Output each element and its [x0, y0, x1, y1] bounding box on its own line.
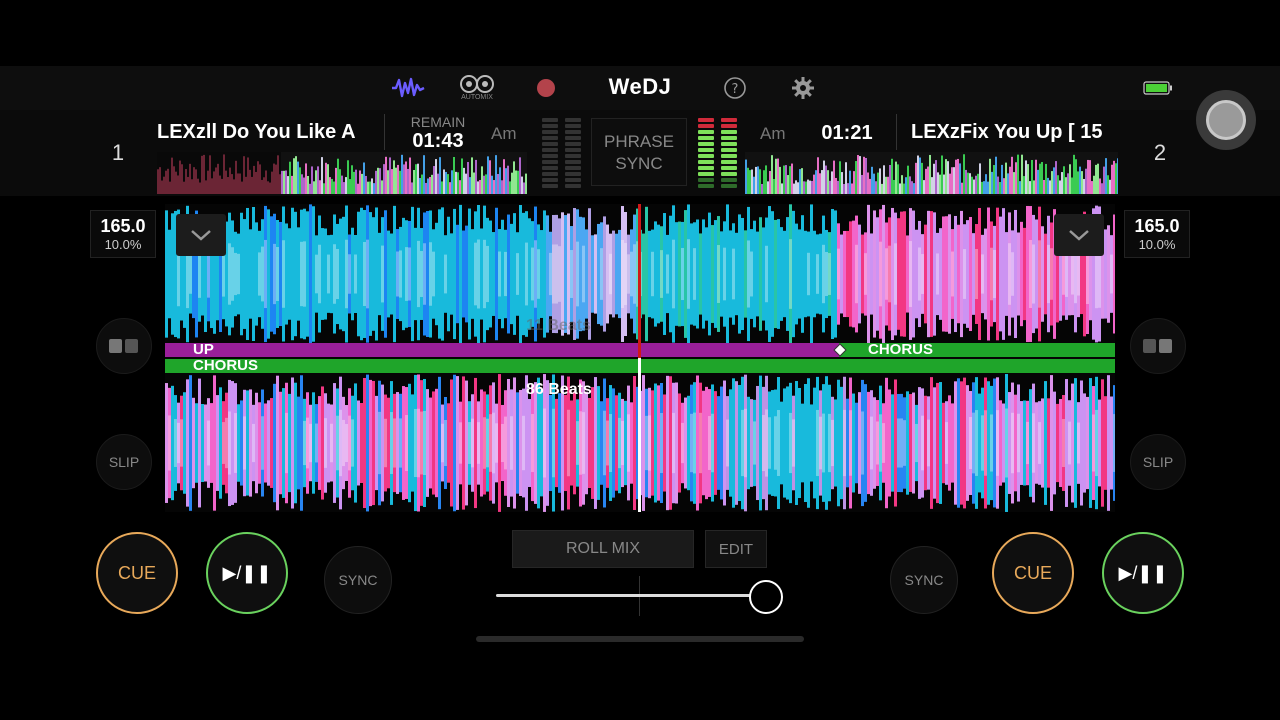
deck-1-time[interactable]: 01:43 [400, 130, 476, 153]
deck-1-key: Am [491, 124, 517, 143]
app-title: WeDJ [608, 74, 672, 99]
deck-1-beats-counter: 11 Beats [526, 317, 591, 334]
deck-1-dropdown-button[interactable] [176, 214, 226, 256]
record-icon[interactable] [534, 76, 558, 100]
deck-2-playhead [638, 358, 641, 512]
automix-label: AUTOMIX [461, 94, 493, 101]
deck-2-bpm: 165.0 [1134, 216, 1180, 236]
split-view-icon [1143, 339, 1172, 353]
divider [896, 114, 897, 150]
crossfader-knob[interactable] [748, 580, 783, 614]
deck-2-cue-button[interactable]: CUE [992, 532, 1074, 614]
deck-1-bpm-display[interactable]: 165.0 10.0% [90, 210, 156, 258]
waveform-icon[interactable] [390, 74, 426, 102]
assistive-touch-button[interactable] [1196, 90, 1256, 150]
deck-2-play-pause-button[interactable]: ▶/❚❚ [1102, 532, 1184, 614]
deck-2-pitch: 10.0% [1138, 237, 1176, 252]
deck-1-phrase-label: UP [193, 341, 214, 358]
chevron-down-icon [191, 230, 211, 241]
deck-1-pitch: 10.0% [104, 237, 142, 252]
deck-2-bpm-display[interactable]: 165.0 10.0% [1124, 210, 1190, 258]
deck-1-remain-label: REMAIN [410, 114, 466, 130]
divider [384, 114, 385, 150]
deck-1-cue-button[interactable]: CUE [96, 532, 178, 614]
phrase-sync-button[interactable]: PHRASE SYNC [591, 118, 687, 186]
roll-mix-button[interactable]: ROLL MIX [512, 530, 694, 568]
deck-2-number: 2 [1153, 140, 1167, 165]
deck-1-level-meter [542, 118, 558, 188]
split-view-icon [109, 339, 138, 353]
deck-2-level-meter [721, 118, 737, 188]
deck-2-dropdown-button[interactable] [1054, 214, 1104, 256]
phrase-marker-icon [833, 343, 847, 357]
deck-2-key: Am [760, 124, 786, 143]
deck-1-number: 1 [111, 140, 125, 165]
deck-2-beats-counter: 86 Beats [526, 381, 592, 398]
deck-1-overview-waveform[interactable] [157, 152, 527, 194]
help-icon[interactable]: ? [722, 75, 748, 101]
deck-2-layout-toggle-button[interactable] [1130, 318, 1186, 374]
deck-2-overview-waveform[interactable] [745, 152, 1118, 194]
deck-2-track-title[interactable]: LEXzFix You Up [ 15 [911, 121, 1121, 144]
automix-icon[interactable] [458, 72, 496, 96]
deck-1-track-title[interactable]: LEXzll Do You Like A [157, 121, 383, 144]
deck-2-sync-button[interactable]: SYNC [890, 546, 958, 614]
crossfader-track[interactable] [496, 594, 780, 597]
battery-icon [1142, 80, 1174, 96]
deck-1-sync-button[interactable]: SYNC [324, 546, 392, 614]
deck-1-play-pause-button[interactable]: ▶/❚❚ [206, 532, 288, 614]
deck-1-slip-button[interactable]: SLIP [96, 434, 152, 490]
deck-1-layout-toggle-button[interactable] [96, 318, 152, 374]
settings-icon[interactable] [790, 75, 816, 101]
deck-1-playhead [638, 204, 641, 358]
chevron-down-icon [1069, 230, 1089, 241]
svg-text:?: ? [732, 82, 739, 97]
deck-2-slip-button[interactable]: SLIP [1130, 434, 1186, 490]
deck-1-next-phrase-label: CHORUS [868, 341, 934, 358]
deck-1-bpm: 165.0 [100, 216, 146, 236]
deck-1-level-meter [565, 118, 581, 188]
edit-button[interactable]: EDIT [705, 530, 767, 568]
deck-2-phrase-label: CHORUS [193, 357, 259, 374]
deck-2-level-meter [698, 118, 714, 188]
deck-2-time[interactable]: 01:21 [812, 122, 882, 145]
home-indicator [476, 636, 804, 642]
